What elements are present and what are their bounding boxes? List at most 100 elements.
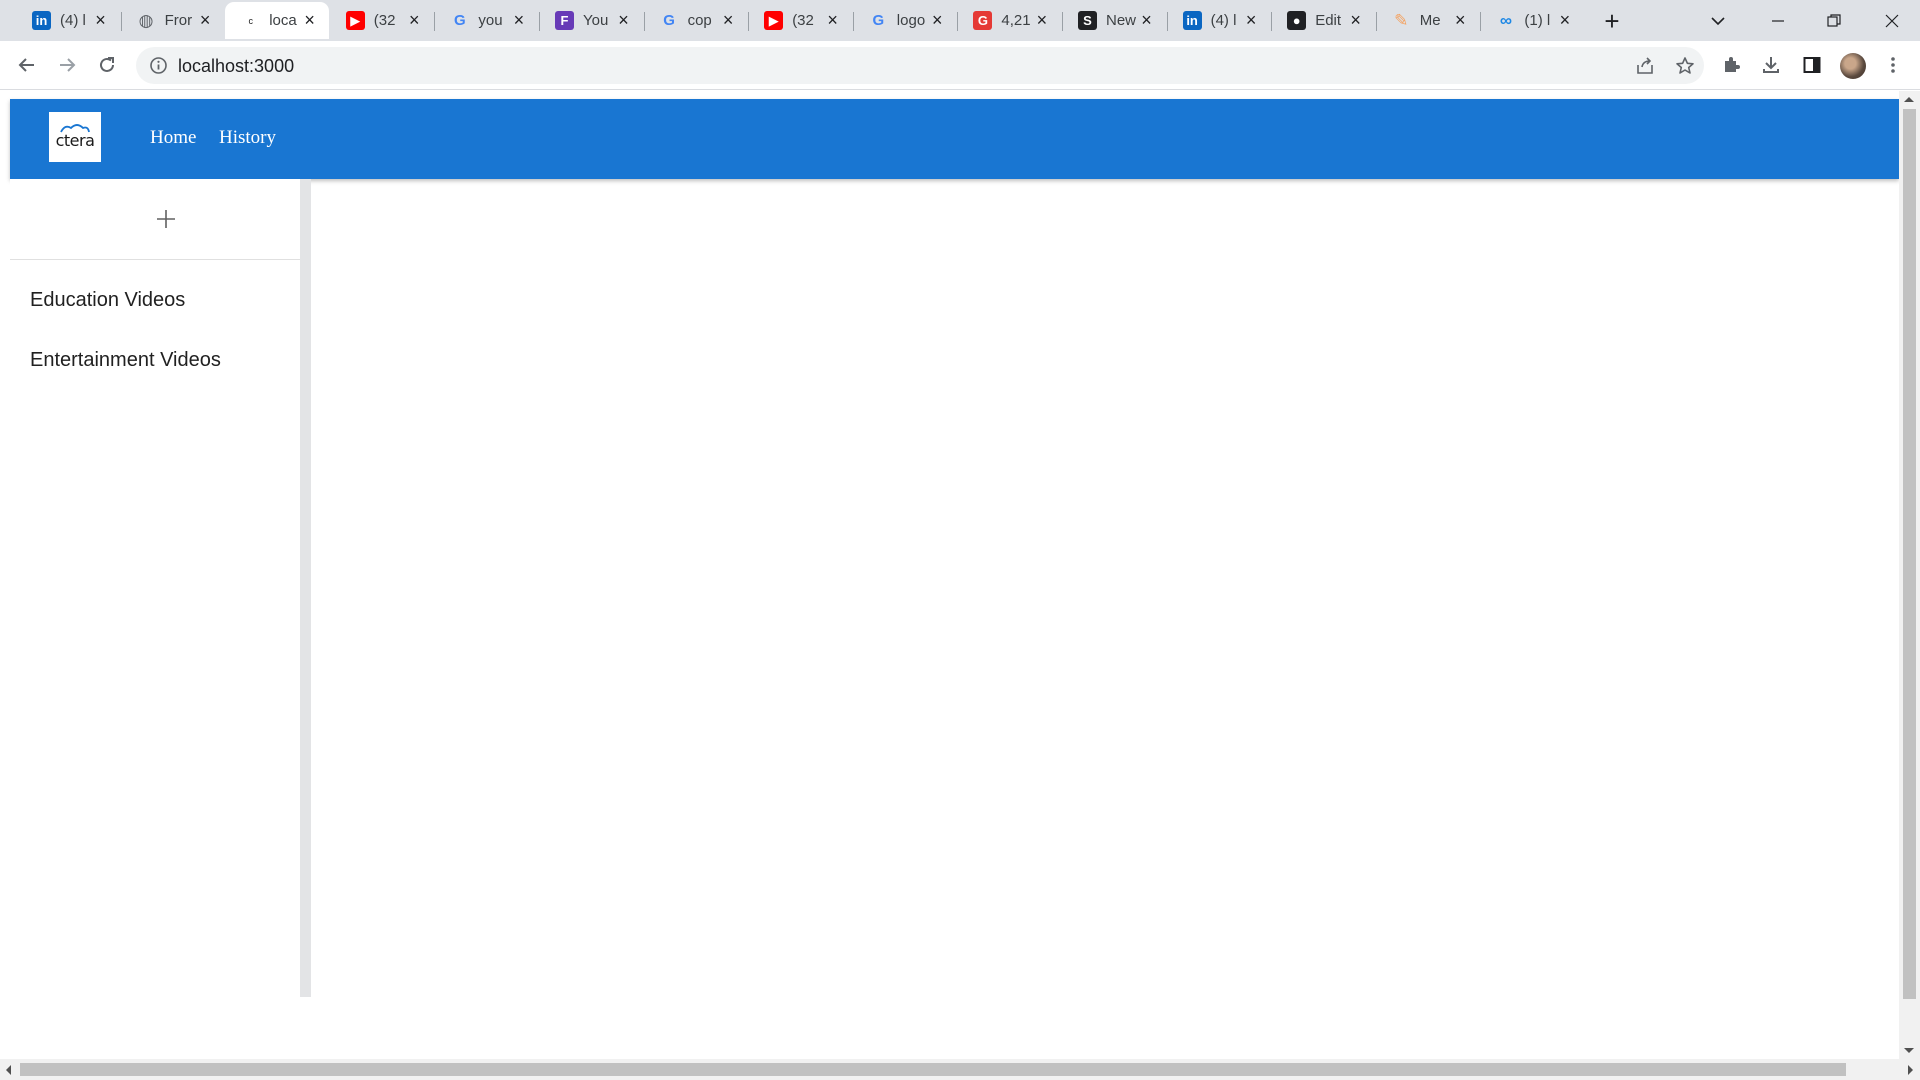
tab-title: (4) l <box>1210 12 1237 29</box>
add-category-button[interactable] <box>146 199 186 239</box>
category-sidebar: Education Videos Entertainment Videos <box>10 179 300 997</box>
browser-tab[interactable]: ∞ (1) l × <box>1480 2 1584 39</box>
tab-title: You <box>583 12 609 29</box>
vertical-scrollbar[interactable] <box>1899 91 1920 1059</box>
browser-tab[interactable]: Gyou × <box>434 2 538 39</box>
browser-tab[interactable]: ● Edit × <box>1271 2 1375 39</box>
browser-tab[interactable]: S New × <box>1062 2 1166 39</box>
plus-icon <box>157 210 175 228</box>
linkedin-icon: in <box>1182 11 1202 30</box>
restore-icon[interactable] <box>1806 0 1862 41</box>
tab-title: you <box>478 12 503 29</box>
nav-history-link[interactable]: History <box>219 127 276 149</box>
browser-tab[interactable]: Glogo × <box>852 2 957 39</box>
browser-tab[interactable]: ✎ Me × <box>1375 2 1480 39</box>
scroll-up-icon[interactable] <box>1904 97 1914 102</box>
bookmark-star-icon[interactable] <box>1672 53 1698 79</box>
browser-tab[interactable]: in (4) l × <box>1166 2 1271 39</box>
browser-tab[interactable]: in (4) l × <box>16 2 120 39</box>
horizontal-scrollbar[interactable] <box>0 1059 1920 1080</box>
tab-title: (32 <box>373 12 396 29</box>
browser-tab[interactable]: G 4,21 × <box>957 2 1061 39</box>
site-info-icon[interactable] <box>148 55 169 76</box>
tab-title: (1) l <box>1524 12 1551 29</box>
address-bar[interactable]: localhost:3000 <box>136 47 1704 84</box>
close-window-icon[interactable] <box>1864 0 1920 41</box>
forward-icon[interactable] <box>51 49 83 81</box>
tab-close-icon[interactable]: × <box>1451 10 1470 30</box>
tab-close-icon[interactable]: × <box>509 10 528 30</box>
address-text[interactable]: localhost:3000 <box>178 56 294 77</box>
tab-close-icon[interactable]: × <box>1555 10 1574 30</box>
tab-close-icon[interactable]: × <box>823 10 842 30</box>
tab-close-icon[interactable]: × <box>614 10 633 30</box>
share-icon[interactable] <box>1632 53 1658 79</box>
browser-toolbar: localhost:3000 <box>0 41 1920 90</box>
new-tab-button[interactable]: + <box>1596 5 1628 37</box>
category-item-entertainment[interactable]: Entertainment Videos <box>30 349 221 372</box>
tab-title: Me <box>1419 12 1441 29</box>
scroll-left-icon[interactable] <box>6 1065 11 1075</box>
tab-title: New <box>1106 12 1137 29</box>
tab-close-icon[interactable]: × <box>1346 10 1365 30</box>
app-header: ctera Home History <box>10 99 1899 179</box>
browser-tab[interactable]: ▶ (32 × <box>330 2 434 39</box>
browser-tab[interactable]: c loca × <box>225 2 330 39</box>
app-icon: G <box>973 11 993 30</box>
tab-close-icon[interactable]: × <box>719 10 738 30</box>
tab-title: 4,21 <box>1001 12 1031 29</box>
tab-close-icon[interactable]: × <box>1137 10 1156 30</box>
download-icon[interactable] <box>1755 49 1787 81</box>
tab-title: cop <box>687 12 712 29</box>
github-icon: ● <box>1287 11 1307 30</box>
tab-close-icon[interactable]: × <box>405 10 424 30</box>
tab-search-icon[interactable] <box>1690 0 1746 41</box>
minimize-icon[interactable] <box>1750 0 1806 41</box>
tab-close-icon[interactable]: × <box>1242 10 1261 30</box>
logo-text: ctera <box>55 130 95 150</box>
tab-close-icon[interactable]: × <box>91 10 110 30</box>
browser-tab[interactable]: Gcop × <box>643 2 748 39</box>
tab-title: logo <box>896 12 926 29</box>
tab-close-icon[interactable]: × <box>928 10 947 30</box>
nav-home-link[interactable]: Home <box>150 127 196 149</box>
tab-title: Fror <box>164 12 193 29</box>
ctera-icon: c <box>248 15 253 26</box>
tab-close-icon[interactable]: × <box>1032 10 1051 30</box>
sidebar-divider <box>10 259 300 260</box>
app-icon: ✎ <box>1394 10 1409 30</box>
horizontal-scroll-thumb[interactable] <box>20 1063 1846 1076</box>
s-icon: S <box>1078 11 1097 30</box>
link-icon: ∞ <box>1499 10 1512 30</box>
category-item-education[interactable]: Education Videos <box>30 289 185 312</box>
sidebar-rail <box>300 179 311 997</box>
youtube-icon: ▶ <box>764 11 784 30</box>
youtube-icon: ▶ <box>345 11 365 30</box>
tab-strip: + in (4) l × ◍ Fror × c loca × ▶ (32 × Gyou × F You × Gco… <box>0 0 1920 41</box>
google-icon: G <box>663 12 675 29</box>
tab-title: loca <box>269 12 297 29</box>
browser-window: + in (4) l × ◍ Fror × c loca × ▶ (32 × Gyou × F You × Gco… <box>0 0 1920 1080</box>
extensions-icon[interactable] <box>1715 49 1747 81</box>
logo-arc-icon <box>60 124 90 133</box>
page-viewport: ctera Home History Education Videos Ente… <box>0 91 1920 1080</box>
browser-tab[interactable]: ▶ (32 × <box>748 2 852 39</box>
forms-icon: F <box>555 11 574 30</box>
tab-close-icon[interactable]: × <box>300 10 319 30</box>
tab-close-icon[interactable]: × <box>196 10 215 30</box>
browser-tab[interactable]: F You × <box>539 2 643 39</box>
google-icon: G <box>872 12 885 29</box>
side-panel-icon[interactable] <box>1796 49 1828 81</box>
linkedin-icon: in <box>32 11 51 30</box>
scroll-right-icon[interactable] <box>1908 1065 1913 1075</box>
reload-icon[interactable] <box>91 49 123 81</box>
browser-tab[interactable]: ◍ Fror × <box>120 2 225 39</box>
back-icon[interactable] <box>11 49 43 81</box>
profile-avatar[interactable] <box>1840 53 1866 79</box>
tab-title: Edit <box>1315 12 1342 29</box>
ctera-logo[interactable]: ctera <box>49 112 101 162</box>
menu-dots-icon[interactable] <box>1877 49 1909 81</box>
scroll-down-icon[interactable] <box>1904 1048 1914 1053</box>
globe-icon: ◍ <box>138 10 154 30</box>
vertical-scroll-thumb[interactable] <box>1903 109 1916 999</box>
